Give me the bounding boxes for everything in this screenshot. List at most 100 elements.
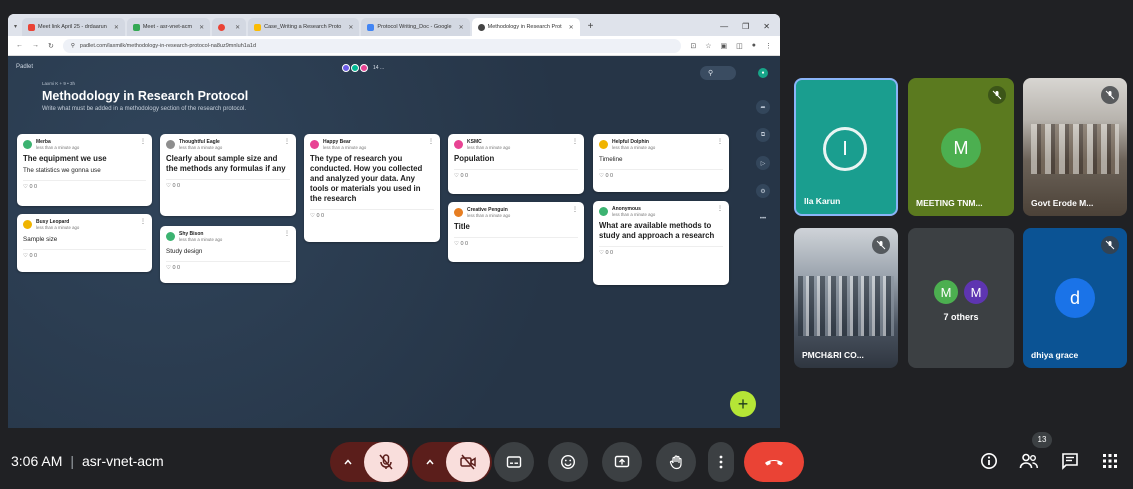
people-button[interactable] [1019, 452, 1039, 475]
user-avatar[interactable]: ● [758, 68, 768, 78]
tab-search-icon[interactable]: ▾ [12, 23, 20, 36]
new-tab-button[interactable]: + [582, 18, 600, 36]
post-menu-icon[interactable]: ⋮ [140, 219, 146, 225]
chat-icon [1062, 453, 1078, 470]
present-now-button[interactable] [602, 442, 642, 482]
raise-hand-button[interactable] [656, 442, 696, 482]
post-menu-icon[interactable]: ⋮ [284, 139, 290, 145]
browser-tab-1[interactable]: Meet link April 25 - drdaarun ✕ [22, 18, 125, 36]
browser-tab-5[interactable]: Protocol Writing_Doc - Google ✕ [361, 18, 470, 36]
mic-control-group [330, 442, 410, 482]
translate-icon[interactable]: ⊡ [690, 42, 696, 50]
participant-avatar: d [1055, 278, 1095, 318]
post-reactions[interactable]: ♡ 0 0 [23, 249, 146, 259]
forward-icon[interactable]: → [32, 42, 39, 49]
post-card[interactable]: KSMC less than a minute ago ⋮ Population ♡… [448, 134, 584, 194]
post-menu-icon[interactable]: ⋮ [717, 139, 723, 145]
post-menu-icon[interactable]: ⋮ [428, 139, 434, 145]
audio-options-button[interactable] [332, 442, 364, 482]
board-side-rail: ➦ ⧉ ▷ ⚙ ••• [756, 100, 770, 226]
more-vert-icon [719, 455, 723, 469]
post-menu-icon[interactable]: ⋮ [284, 231, 290, 237]
add-post-button[interactable]: + [730, 391, 756, 417]
more-options-icon[interactable]: ••• [756, 212, 770, 226]
mic-toggle-button[interactable] [364, 442, 408, 482]
minimize-icon[interactable]: — [720, 22, 728, 31]
post-card[interactable]: Thoughtful Eagle less than a minute ago ⋮ … [160, 134, 296, 216]
online-viewers[interactable]: 14 ... [342, 64, 384, 72]
leave-call-button[interactable] [744, 442, 804, 482]
participant-tile-others[interactable]: M M 7 others [908, 228, 1014, 368]
post-reactions[interactable]: ♡ 0 0 [166, 261, 290, 271]
chat-button[interactable] [1061, 452, 1079, 475]
close-icon[interactable]: ✕ [114, 24, 119, 31]
emoji-icon [560, 454, 576, 470]
url-field[interactable]: ⚲ padlet.com/laxmilk/methodology-in-rese… [62, 38, 682, 53]
post-card[interactable]: Creative Penguin less than a minute ago ⋮ … [448, 202, 584, 262]
post-card[interactable]: Shy Bison less than a minute ago ⋮ Study d… [160, 226, 296, 283]
restore-icon[interactable]: ❐ [742, 22, 749, 31]
post-menu-icon[interactable]: ⋮ [572, 207, 578, 213]
bookmark-star-icon[interactable]: ☆ [705, 42, 711, 50]
remake-icon[interactable]: ⧉ [756, 128, 770, 142]
participant-avatar: M [941, 128, 981, 168]
post-reactions[interactable]: ♡ 0 0 [166, 179, 290, 189]
close-icon[interactable]: ✕ [199, 24, 204, 31]
participant-tile-dhiya-grace[interactable]: d dhiya grace [1023, 228, 1127, 368]
close-icon[interactable]: ✕ [459, 24, 464, 31]
camera-toggle-button[interactable] [446, 442, 490, 482]
post-menu-icon[interactable]: ⋮ [140, 139, 146, 145]
profile-icon[interactable]: ● [752, 42, 756, 50]
author-avatar [599, 140, 608, 149]
reactions-button[interactable] [548, 442, 588, 482]
chevron-up-icon [426, 459, 434, 465]
meeting-info-button[interactable] [980, 452, 998, 475]
post-card[interactable]: Busy Leopard less than a minute ago ⋮ Samp… [17, 214, 152, 272]
browser-tab-2[interactable]: Meet - asr-vnet-acm ✕ [126, 18, 211, 36]
participant-tile-govt-erode[interactable]: Govt Erode M... [1023, 78, 1127, 216]
participant-tile-meeting-tnm[interactable]: M MEETING TNM... [908, 78, 1014, 216]
close-icon[interactable]: ✕ [235, 24, 240, 31]
meet-toolbar: 3:06 AM | asr-vnet-acm [0, 428, 1133, 489]
browser-tab-4[interactable]: Case_Writing a Research Proto ✕ [248, 18, 360, 36]
post-reactions[interactable]: ♡ 0 0 [454, 237, 578, 247]
close-window-icon[interactable]: ✕ [763, 22, 770, 31]
present-icon [614, 455, 630, 468]
meet-icon [132, 23, 140, 31]
captions-button[interactable] [494, 442, 534, 482]
sidepanel-icon[interactable]: ◫ [736, 42, 743, 50]
site-info-icon[interactable]: ⚲ [71, 43, 75, 49]
post-reactions[interactable]: ♡ 0 0 [310, 209, 434, 219]
post-card[interactable]: Helpful Dolphin less than a minute ago ⋮ T… [593, 134, 729, 192]
post-menu-icon[interactable]: ⋮ [572, 139, 578, 145]
more-options-button[interactable] [708, 442, 734, 482]
close-icon[interactable]: ✕ [569, 24, 574, 31]
browser-tab-6[interactable]: Methodology in Research Prot ✕ [471, 18, 580, 36]
video-options-button[interactable] [414, 442, 446, 482]
post-menu-icon[interactable]: ⋮ [717, 206, 723, 212]
share-icon[interactable]: ➦ [756, 100, 770, 114]
end-call-icon [765, 460, 783, 466]
post-card[interactable]: Merba less than a minute ago ⋮ The equipme… [17, 134, 152, 206]
post-reactions[interactable]: ♡ 0 0 [599, 169, 723, 179]
participant-tile-ila-karun[interactable]: I Ila Karun [794, 78, 898, 216]
board-search-button[interactable]: ⚲ [700, 66, 736, 80]
more-menu-icon[interactable]: ⋮ [765, 42, 772, 50]
post-card[interactable]: Happy Bear less than a minute ago ⋮ The ty… [304, 134, 440, 242]
viewer-avatar [351, 64, 359, 72]
back-icon[interactable]: ← [16, 42, 23, 49]
close-icon[interactable]: ✕ [348, 24, 353, 31]
camera-off-icon [460, 454, 476, 470]
settings-icon[interactable]: ⚙ [756, 184, 770, 198]
activities-button[interactable] [1102, 453, 1118, 474]
extensions-icon[interactable]: ▣ [721, 42, 728, 50]
padlet-logo[interactable]: Padlet [16, 64, 33, 70]
post-reactions[interactable]: ♡ 0 0 [599, 246, 723, 256]
reload-icon[interactable]: ↻ [48, 42, 54, 50]
participant-tile-pmch[interactable]: PMCH&RI CO... [794, 228, 898, 368]
slideshow-icon[interactable]: ▷ [756, 156, 770, 170]
post-reactions[interactable]: ♡ 0 0 [454, 169, 578, 179]
post-card[interactable]: Anonymous less than a minute ago ⋮ What ar… [593, 201, 729, 285]
post-reactions[interactable]: ♡ 0 0 [23, 180, 146, 190]
browser-tab-3[interactable]: ✕ [212, 18, 247, 36]
